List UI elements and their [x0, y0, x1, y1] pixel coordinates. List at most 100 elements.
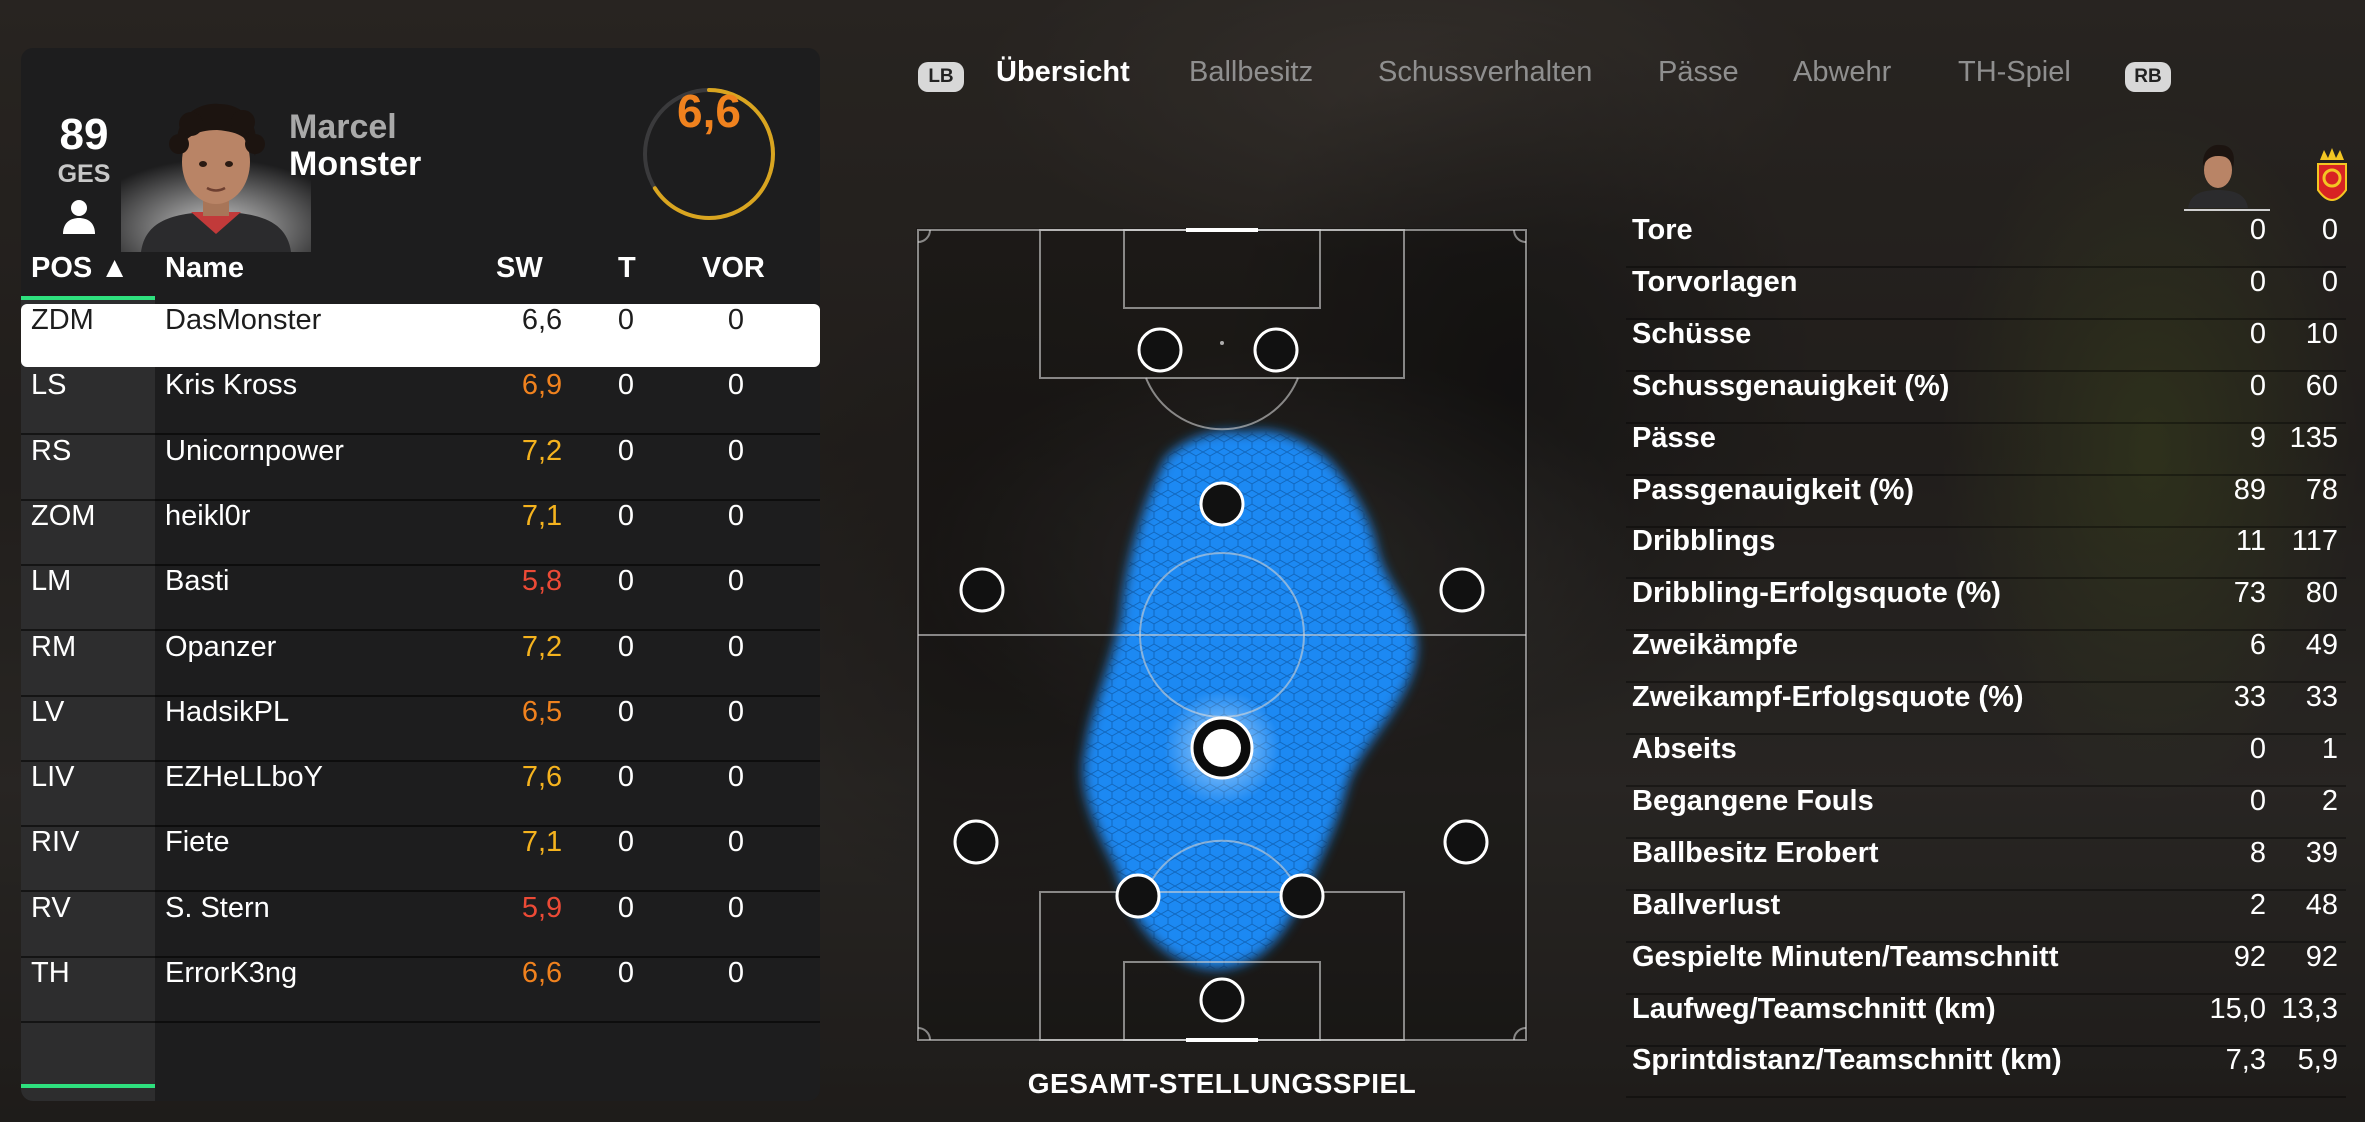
stat-player-value: 0 [2249, 369, 2266, 402]
lb-button-icon[interactable]: LB [918, 62, 964, 92]
marker-lv[interactable] [953, 819, 999, 865]
sort-pos-header[interactable]: POS ▲ [31, 252, 129, 296]
stat-label: Ballverlust [1632, 888, 1781, 921]
table-row[interactable]: LIV EZHeLLboY 7,6 0 0 [21, 761, 820, 828]
row-goals: 0 [617, 891, 635, 924]
stat-player-value: 8 [2249, 836, 2266, 869]
table-header: POS ▲ Name SW T VOR [21, 252, 820, 296]
row-assists: 0 [727, 761, 745, 794]
stat-player-value: 89 [2233, 473, 2266, 506]
stat-row: Gespielte Minuten/Teamschnitt 92 92 [1626, 941, 2346, 995]
stat-label: Zweikampf-Erfolgsquote (%) [1632, 681, 2024, 714]
stat-label: Tore [1632, 214, 1693, 246]
stat-row: Abseits 0 1 [1626, 733, 2346, 787]
tab-passing[interactable]: Pässe [1658, 56, 1739, 104]
stat-player-value: 9 [2249, 421, 2266, 454]
marker-rm[interactable] [1439, 567, 1485, 613]
stat-team-value: 0 [2321, 214, 2338, 246]
row-rating: 7,1 [521, 826, 563, 859]
stat-label: Dribblings [1632, 525, 1776, 558]
goals-header[interactable]: T [618, 252, 636, 296]
overall-label: GES [57, 160, 111, 188]
stat-row: Zweikämpfe 6 49 [1626, 629, 2346, 684]
stat-team-value: 117 [2291, 525, 2338, 558]
row-assists: 0 [727, 565, 745, 598]
scroll-indicator [21, 1084, 155, 1088]
marker-riv[interactable] [1279, 873, 1325, 919]
table-row[interactable]: LS Kris Kross 6,9 0 0 [21, 369, 820, 436]
tab-overview[interactable]: Übersicht [996, 56, 1130, 104]
tab-shooting[interactable]: Schussverhalten [1378, 56, 1592, 104]
player-thumbnail-icon [2184, 144, 2270, 211]
table-row[interactable]: RS Unicornpower 7,2 0 0 [21, 435, 820, 501]
table-row[interactable]: RIV Fiete 7,1 0 0 [21, 826, 820, 893]
stat-team-value: 0 [2321, 265, 2338, 298]
stat-team-value: 10 [2305, 317, 2338, 350]
table-row[interactable]: RM Opanzer 7,2 0 0 [21, 631, 820, 697]
stat-team-value: 80 [2305, 577, 2338, 610]
row-goals: 0 [617, 499, 635, 532]
row-goals: 0 [617, 630, 635, 663]
marker-rs[interactable] [1253, 327, 1299, 373]
marker-zdm-selected[interactable] [1190, 716, 1254, 780]
marker-lm[interactable] [959, 567, 1005, 613]
stat-team-value: 39 [2305, 836, 2338, 869]
name-header[interactable]: Name [165, 252, 244, 296]
row-assists: 0 [727, 957, 745, 989]
stat-label: Begangene Fouls [1632, 784, 1874, 817]
table-row[interactable]: LM Basti 5,8 0 0 [21, 565, 820, 632]
assists-header[interactable]: VOR [702, 252, 765, 296]
stat-row: Sprintdistanz/Teamschnitt (km) 7,3 5,9 [1626, 1044, 2346, 1099]
stat-team-value: 1 [2321, 733, 2338, 765]
sort-indicator [21, 296, 155, 300]
tab-possession[interactable]: Ballbesitz [1189, 56, 1313, 104]
row-assists: 0 [727, 826, 745, 859]
row-rating: 7,6 [521, 761, 563, 794]
stat-row: Dribbling-Erfolgsquote (%) 73 80 [1626, 577, 2346, 632]
row-assists: 0 [727, 369, 745, 402]
table-row[interactable]: TH ErrorK3ng 6,6 0 0 [21, 957, 820, 1023]
stat-player-value: 73 [2233, 577, 2266, 610]
row-assists: 0 [727, 499, 745, 532]
marker-liv[interactable] [1115, 873, 1161, 919]
row-goals: 0 [617, 369, 635, 402]
row-rating: 6,9 [521, 369, 563, 402]
marker-th[interactable] [1199, 977, 1245, 1023]
row-player-name: S. Stern [165, 891, 270, 924]
stat-team-value: 13,3 [2281, 992, 2338, 1025]
table-row[interactable]: ZOM heikl0r 7,1 0 0 [21, 500, 820, 566]
stat-row: Begangene Fouls 0 2 [1626, 785, 2346, 839]
stat-player-value: 0 [2249, 265, 2266, 298]
pitch-caption: GESAMT-STELLUNGSSPIEL [1027, 1068, 1417, 1099]
row-rating: 6,6 [521, 304, 563, 336]
table-row[interactable]: LV HadsikPL 6,5 0 0 [21, 696, 820, 762]
rb-button-icon[interactable]: RB [2125, 62, 2171, 92]
stat-row: Pässe 9 135 [1626, 422, 2346, 476]
row-position: RIV [31, 826, 80, 859]
row-player-name: heikl0r [165, 499, 251, 532]
marker-ls[interactable] [1137, 327, 1183, 373]
row-position: ZOM [31, 499, 96, 532]
stat-row: Zweikampf-Erfolgsquote (%) 33 33 [1626, 681, 2346, 736]
tab-goalkeeping[interactable]: TH-Spiel [1958, 56, 2071, 104]
rating-header[interactable]: SW [496, 252, 543, 296]
table-row[interactable]: ZDM DasMonster 6,6 0 0 [21, 304, 820, 367]
stat-label: Ballbesitz Erobert [1632, 836, 1879, 869]
row-position: RV [31, 891, 71, 924]
marker-rv[interactable] [1443, 819, 1489, 865]
row-goals: 0 [617, 826, 635, 859]
marker-zom[interactable] [1199, 481, 1245, 527]
table-row[interactable]: RV S. Stern 5,9 0 0 [21, 892, 820, 958]
stat-team-value: 2 [2321, 784, 2338, 817]
match-rating-value: 6,6 [677, 85, 741, 137]
stat-player-value: 7,3 [2225, 1044, 2266, 1077]
stat-team-value: 48 [2305, 888, 2338, 921]
row-goals: 0 [617, 957, 635, 989]
row-goals: 0 [617, 695, 635, 728]
tab-defending[interactable]: Abwehr [1793, 56, 1891, 104]
stat-label: Schussgenauigkeit (%) [1632, 369, 1950, 402]
row-position: LV [31, 695, 65, 728]
row-rating: 5,8 [521, 565, 563, 598]
row-player-name: HadsikPL [165, 695, 290, 728]
stat-player-value: 0 [2249, 214, 2266, 246]
